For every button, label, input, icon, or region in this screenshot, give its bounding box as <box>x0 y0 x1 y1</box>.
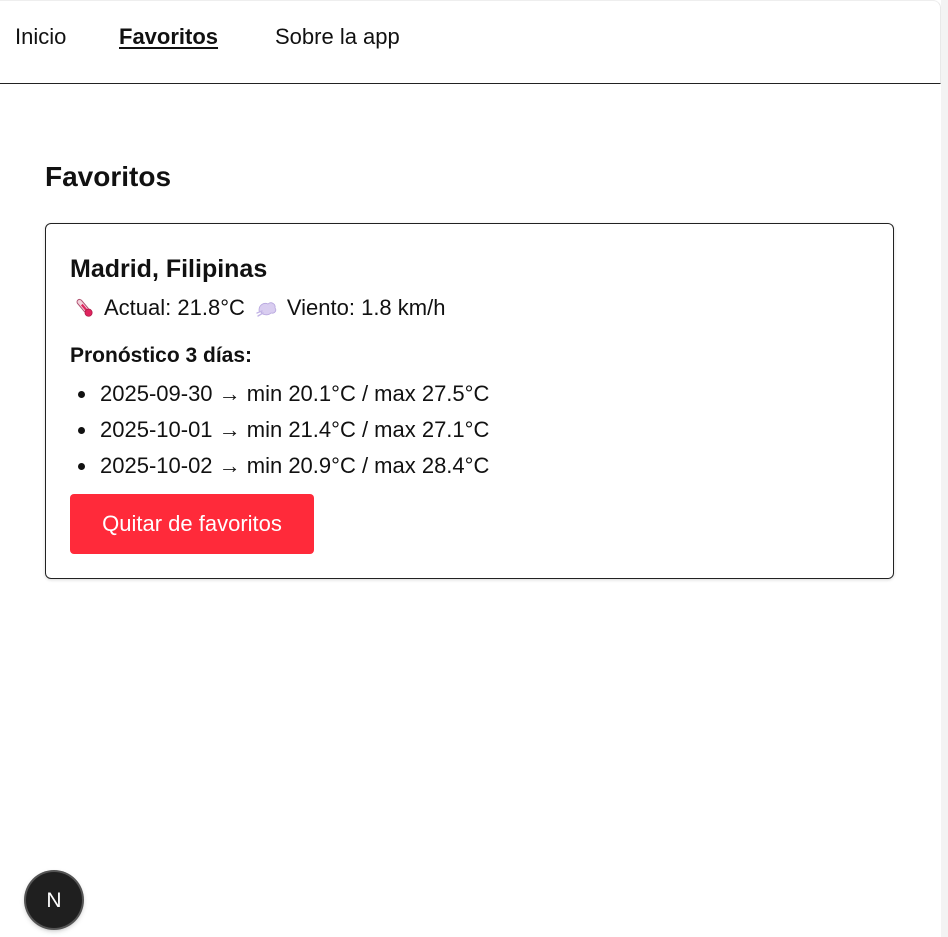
remove-favorite-button[interactable]: Quitar de favoritos <box>70 494 314 554</box>
city-name: Madrid, Filipinas <box>70 255 268 283</box>
nav-link-favoritos[interactable]: Favoritos <box>119 23 218 51</box>
forecast-item: 2025-10-02 → min 20.9°C / max 28.4°C <box>70 448 489 484</box>
page-title: Favoritos <box>45 161 172 192</box>
forecast-item-text: 2025-09-30 → min 20.1°C / max 27.5°C <box>100 381 490 406</box>
wind-speed: Viento: 1.8 km/h <box>286 295 446 320</box>
favorite-city-card: Madrid, Filipinas Actual: 21.8°C Viento:… <box>45 223 894 579</box>
current-weather: Actual: 21.8°C Viento: 1.8 km/h <box>72 294 445 322</box>
forecast-item-text: 2025-10-01 → min 21.4°C / max 27.1°C <box>100 417 490 442</box>
forecast-item: 2025-09-30 → min 20.1°C / max 27.5°C <box>70 376 489 412</box>
window-edge <box>941 0 948 937</box>
nav-link-inicio[interactable]: Inicio <box>15 23 66 51</box>
nav-link-sobre-la-app[interactable]: Sobre la app <box>275 23 400 51</box>
current-temperature: Actual: 21.8°C <box>104 295 245 320</box>
nextjs-logo-icon: N <box>46 889 61 912</box>
wind-icon <box>255 296 279 320</box>
bullet-icon <box>78 391 85 398</box>
top-navigation: Inicio Favoritos Sobre la app <box>0 0 941 84</box>
bullet-icon <box>78 427 85 434</box>
forecast-item: 2025-10-01 → min 21.4°C / max 27.1°C <box>70 412 489 448</box>
forecast-item-text: 2025-10-02 → min 20.9°C / max 28.4°C <box>100 453 490 478</box>
bullet-icon <box>78 463 85 470</box>
nextjs-dev-badge[interactable]: N <box>26 872 82 928</box>
forecast-title: Pronóstico 3 días: <box>70 344 253 367</box>
thermometer-icon <box>72 296 96 320</box>
app-window: Inicio Favoritos Sobre la app Favoritos … <box>0 0 948 937</box>
forecast-list: 2025-09-30 → min 20.1°C / max 27.5°C 202… <box>70 376 489 484</box>
svg-text:N: N <box>46 889 61 912</box>
